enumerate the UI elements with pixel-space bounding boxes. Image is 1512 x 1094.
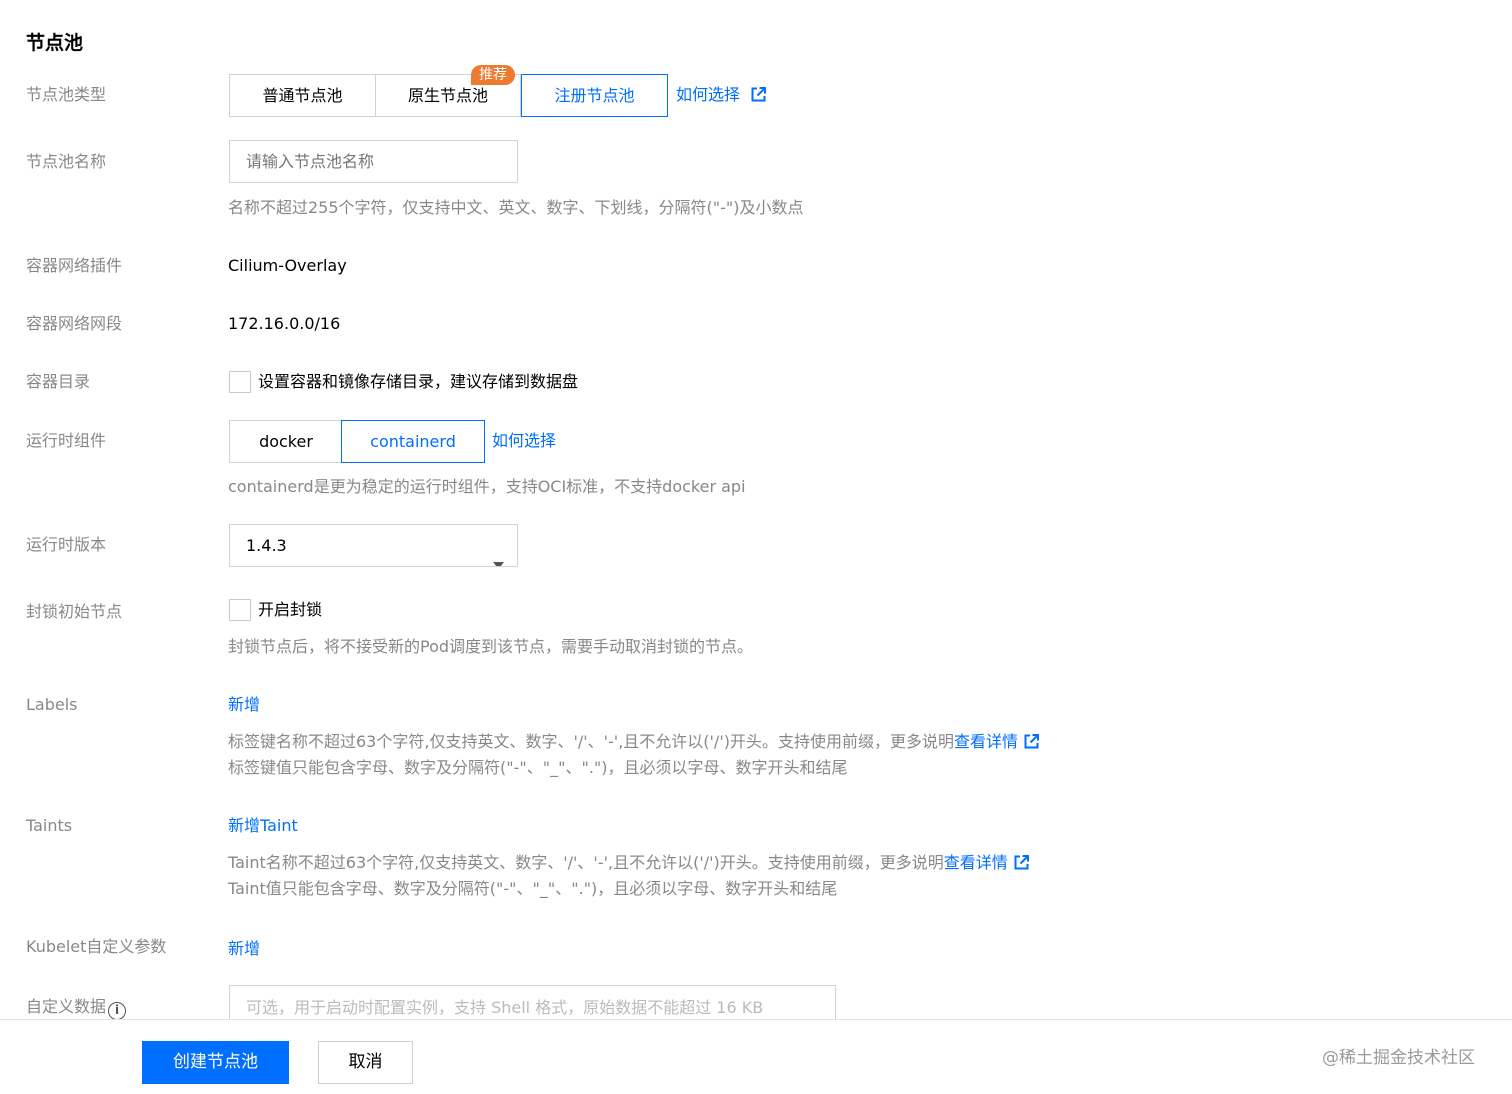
- user-data-label: 自定义数据 i: [26, 996, 127, 1020]
- external-link-icon: [751, 86, 767, 108]
- create-pool-button[interactable]: 创建节点池: [142, 1041, 289, 1084]
- runtime-label: 运行时组件: [26, 431, 107, 450]
- taints-label: Taints: [26, 816, 73, 835]
- pool-name-help: 名称不超过255个字符，仅支持中文、英文、数字、下划线，分隔符("-")及小数点: [228, 198, 804, 217]
- watermark: @稀土掘金技术社区: [1322, 1048, 1475, 1068]
- runtime-help-link[interactable]: 如何选择: [492, 430, 556, 452]
- pool-type-label: 节点池类型: [26, 85, 107, 104]
- cni-plugin-value: Cilium-Overlay: [228, 256, 347, 275]
- pool-type-help-text: 如何选择: [676, 85, 741, 104]
- labels-details-link[interactable]: 查看详情: [954, 732, 1018, 751]
- chevron-down-icon: [493, 543, 504, 566]
- container-dir-checkbox[interactable]: [229, 371, 251, 393]
- info-icon[interactable]: i: [108, 1002, 127, 1020]
- labels-help-line1-text: 标签键名称不超过63个字符,仅支持英文、数字、'/'、'-',且不允许以('/'…: [228, 732, 954, 751]
- cni-plugin-label: 容器网络插件: [26, 256, 123, 275]
- runtime-version-label: 运行时版本: [26, 535, 107, 554]
- section-title: 节点池: [26, 32, 84, 54]
- cordon-checkbox-label[interactable]: 开启封锁: [258, 599, 322, 621]
- pool-type-option-registered[interactable]: 注册节点池: [521, 74, 668, 117]
- runtime-help: containerd是更为稳定的运行时组件，支持OCI标准，不支持docker …: [228, 477, 746, 496]
- cordon-label: 封锁初始节点: [26, 602, 123, 621]
- container-dir-checkbox-label[interactable]: 设置容器和镜像存储目录，建议存储到数据盘: [258, 371, 578, 393]
- taints-add-link[interactable]: 新增Taint: [228, 815, 298, 837]
- kubelet-label: Kubelet自定义参数: [26, 937, 167, 956]
- pool-type-help-link[interactable]: 如何选择: [676, 84, 767, 108]
- user-data-label-text: 自定义数据: [26, 997, 107, 1016]
- pool-type-option-standard[interactable]: 普通节点池: [229, 74, 376, 117]
- cni-cidr-value: 172.16.0.0/16: [228, 314, 341, 333]
- taints-details-link[interactable]: 查看详情: [944, 853, 1008, 872]
- labels-help-line1: 标签键名称不超过63个字符,仅支持英文、数字、'/'、'-',且不允许以('/'…: [228, 729, 1039, 757]
- labels-label: Labels: [26, 695, 78, 714]
- labels-help-line2: 标签键值只能包含字母、数字及分隔符("-"、"_"、".")，且必须以字母、数字…: [228, 758, 848, 777]
- pool-name-input[interactable]: [229, 140, 518, 183]
- cordon-help: 封锁节点后，将不接受新的Pod调度到该节点，需要手动取消封锁的节点。: [228, 637, 754, 656]
- external-link-icon: [1024, 731, 1039, 757]
- pool-name-label: 节点池名称: [26, 152, 107, 171]
- taints-help-line1-text: Taint名称不超过63个字符,仅支持英文、数字、'/'、'-',且不允许以('…: [228, 853, 944, 872]
- runtime-option-containerd[interactable]: containerd: [341, 420, 485, 463]
- cancel-button[interactable]: 取消: [318, 1041, 413, 1084]
- runtime-version-value: 1.4.3: [246, 536, 287, 555]
- recommended-badge: 推荐: [471, 65, 515, 85]
- kubelet-add-link[interactable]: 新增: [228, 938, 260, 960]
- labels-add-link[interactable]: 新增: [228, 694, 260, 716]
- container-dir-label: 容器目录: [26, 372, 91, 391]
- taints-help-line2: Taint值只能包含字母、数字及分隔符("-"、"_"、".")，且必须以字母、…: [228, 879, 838, 898]
- runtime-version-select[interactable]: 1.4.3: [229, 524, 518, 567]
- taints-help-line1: Taint名称不超过63个字符,仅支持英文、数字、'/'、'-',且不允许以('…: [228, 850, 1029, 878]
- runtime-option-docker[interactable]: docker: [229, 420, 343, 463]
- cni-cidr-label: 容器网络网段: [26, 314, 123, 333]
- cordon-checkbox[interactable]: [229, 599, 251, 621]
- external-link-icon: [1014, 852, 1029, 878]
